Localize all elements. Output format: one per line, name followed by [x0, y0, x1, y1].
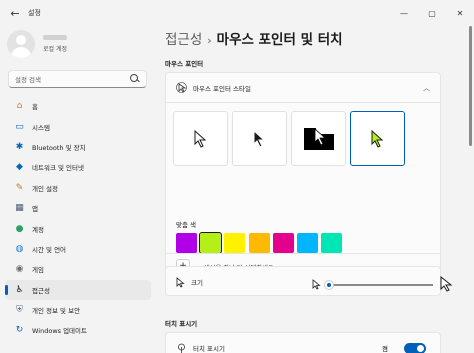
search-icon	[130, 74, 140, 84]
sidebar-item-4[interactable]: ✎ 개인 설정	[5, 178, 151, 198]
sidebar-item-9[interactable]: ♿ 접근성	[5, 279, 151, 300]
page-title: 마우스 포인터 및 터치	[216, 32, 343, 48]
sidebar-item-label: 개인 설정	[32, 184, 58, 193]
sidebar-item-label: 네트워크 및 인터넷	[32, 164, 84, 173]
monitor-icon: ▭	[15, 121, 24, 132]
sidebar-item-6[interactable]: ● 계정	[5, 218, 151, 238]
color-swatch[interactable]	[321, 233, 343, 253]
search-input[interactable]: 설정 검색	[15, 74, 130, 84]
sidebar-item-label: Windows 업데이트	[32, 327, 88, 336]
size-row: 크기	[166, 267, 440, 297]
sidebar: 로컬 계정 설정 검색 ⌂ 홈 ▭ 시스템 ✱ Bluetooth 및 장치 ◆ 네트워크 및…	[0, 26, 158, 353]
bluetooth-icon: ✱	[15, 141, 24, 152]
sidebar-item-10[interactable]: ⛨ 개인 정보 및 보안	[5, 300, 151, 320]
size-card: 크기	[165, 266, 441, 296]
sidebar-item-label: 계정	[32, 225, 44, 234]
shield-icon: ⛨	[16, 305, 23, 316]
pointer-style-inverted[interactable]	[291, 111, 346, 166]
pointer-style-custom[interactable]	[350, 111, 405, 166]
color-swatch[interactable]	[224, 233, 246, 253]
divider	[165, 253, 441, 254]
sidebar-item-8[interactable]: ◉ 게임	[5, 259, 151, 279]
app-title: 설정	[28, 9, 41, 17]
wifi-icon: ◆	[16, 162, 23, 173]
sidebar-item-label: 홈	[32, 103, 38, 112]
sidebar-item-2[interactable]: ✱ Bluetooth 및 장치	[5, 137, 151, 157]
profile-name-redacted	[43, 35, 67, 40]
update-icon: ↻	[15, 325, 24, 336]
window-controls: — ▢ ✕	[390, 0, 474, 26]
maximize-button[interactable]: ▢	[418, 0, 446, 26]
sidebar-item-label: Bluetooth 및 장치	[32, 143, 86, 152]
accessibility-icon: ♿	[15, 284, 24, 295]
touch-indicator-row: 터치 표시기 켬	[166, 333, 440, 353]
sidebar-item-label: 앱	[32, 205, 38, 214]
touch-indicator-card: 터치 표시기 켬	[165, 332, 441, 353]
sidebar-item-label: 시간 및 언어	[32, 245, 67, 254]
size-label: 크기	[191, 279, 203, 287]
minimize-button[interactable]: —	[390, 0, 418, 26]
sidebar-item-11[interactable]: ↻ Windows 업데이트	[5, 320, 151, 340]
white-cursor-icon	[194, 129, 206, 148]
sidebar-item-label: 게임	[32, 266, 44, 275]
black-cursor-icon	[253, 129, 265, 148]
pointer-style-icon	[176, 82, 187, 93]
globe-icon: ◍	[15, 243, 24, 254]
search-box[interactable]: 설정 검색	[8, 70, 147, 88]
size-slider[interactable]	[324, 280, 433, 290]
color-swatch[interactable]	[248, 233, 270, 253]
pointer-style-header[interactable]: 마우스 포인터 스타일 ︿	[166, 73, 440, 103]
custom-color-cursor-icon	[371, 129, 383, 148]
custom-color-label: 맞춤 색	[176, 221, 197, 229]
sidebar-item-3[interactable]: ◆ 네트워크 및 인터넷	[5, 157, 151, 177]
apps-icon: ▦	[15, 203, 24, 214]
color-swatch[interactable]	[176, 233, 197, 253]
chevron-up-icon[interactable]: ︿	[423, 83, 430, 93]
close-button[interactable]: ✕	[446, 0, 474, 26]
sidebar-item-7[interactable]: ◍ 시간 및 언어	[5, 239, 151, 259]
color-swatch[interactable]	[199, 232, 223, 254]
sidebar-item-1[interactable]: ▭ 시스템	[5, 116, 151, 136]
brush-icon: ✎	[15, 182, 24, 193]
small-cursor-icon	[312, 279, 321, 290]
main-content: 접근성 › 마우스 포인터 및 터치 마우스 포인터 마우스 포인터 스타일 ︿	[158, 26, 474, 353]
arrow-left-icon[interactable]: ←	[6, 4, 24, 22]
sidebar-item-5[interactable]: ▦ 앱	[5, 198, 151, 218]
color-swatch[interactable]	[272, 233, 294, 253]
pointer-style-title: 마우스 포인터 스타일	[193, 84, 251, 93]
size-slider-thumb[interactable]	[324, 280, 334, 290]
touch-section-label: 터치 표시기	[165, 320, 198, 328]
mouse-pointer-section-label: 마우스 포인터	[165, 60, 204, 68]
cursor-size-icon	[176, 276, 185, 288]
touch-indicator-title: 터치 표시기	[193, 345, 225, 353]
avatar	[7, 30, 35, 58]
breadcrumb-parent[interactable]: 접근성	[165, 32, 202, 48]
sidebar-nav: ⌂ 홈 ▭ 시스템 ✱ Bluetooth 및 장치 ◆ 네트워크 및 인터넷 ✎ 개인 설정 ▦ 앱…	[5, 96, 151, 341]
sidebar-item-label: 시스템	[32, 123, 50, 132]
touch-icon	[178, 343, 185, 353]
home-icon: ⌂	[16, 101, 23, 112]
touch-toggle-state: 켬	[382, 345, 388, 353]
profile[interactable]: 로컬 계정	[7, 30, 67, 58]
sidebar-item-label: 개인 정보 및 보안	[32, 307, 81, 316]
breadcrumb: 접근성 › 마우스 포인터 및 터치	[165, 28, 343, 48]
pointer-style-white[interactable]	[173, 111, 228, 166]
profile-account-type: 로컬 계정	[43, 46, 67, 53]
account-icon: ●	[15, 223, 24, 234]
scrollbar[interactable]	[469, 26, 472, 146]
pointer-style-black[interactable]	[232, 111, 287, 166]
breadcrumb-separator: ›	[207, 34, 212, 47]
sidebar-item-0[interactable]: ⌂ 홈	[5, 96, 151, 116]
gamepad-icon: ◉	[15, 264, 24, 275]
inverted-cursor-icon	[303, 127, 334, 150]
large-cursor-icon	[440, 276, 453, 292]
sidebar-item-label: 접근성	[32, 286, 50, 295]
touch-indicator-toggle[interactable]	[404, 342, 426, 353]
color-swatch[interactable]	[297, 233, 318, 253]
